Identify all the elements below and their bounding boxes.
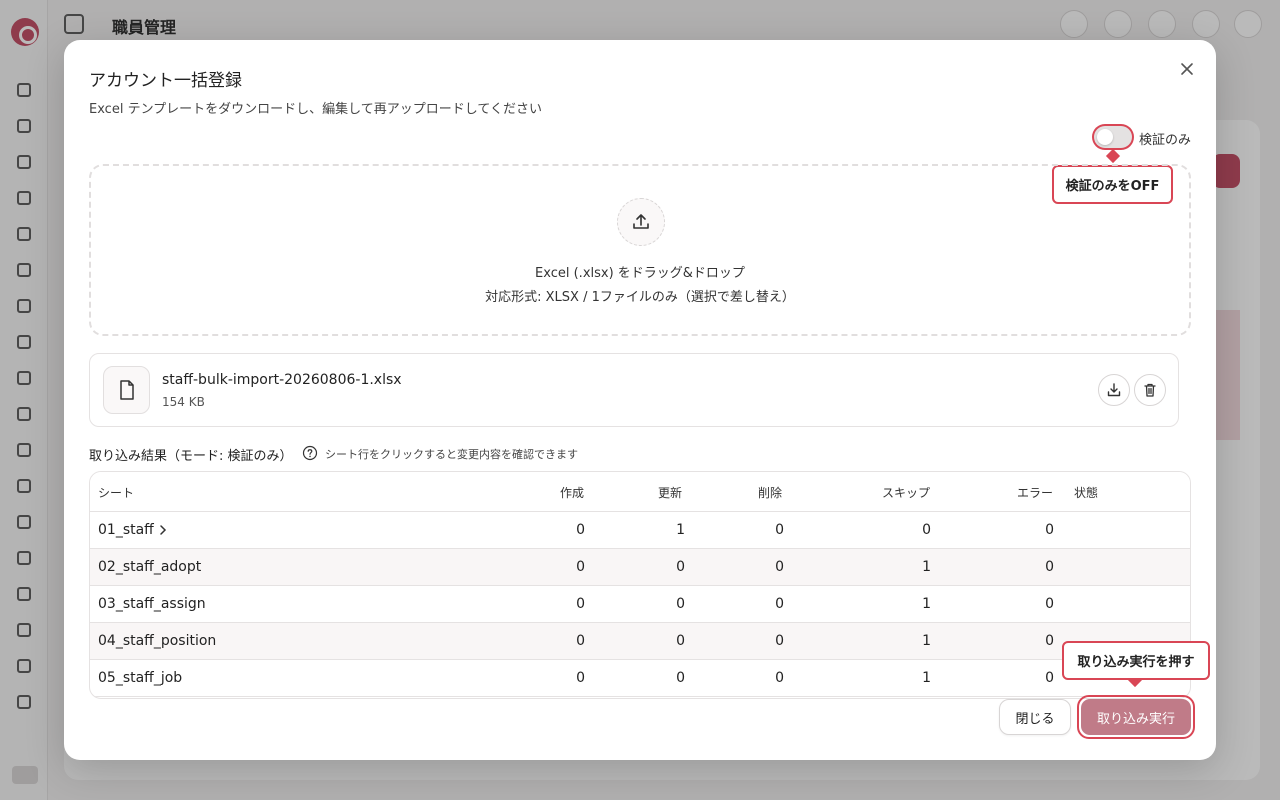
dropzone-instruction: Excel (.xlsx) をドラッグ&ドロップ — [535, 266, 745, 281]
table-row[interactable]: 05_staff_job 0 0 0 1 0 — [90, 660, 1190, 697]
cell-sheet: 01_staff — [98, 522, 154, 538]
table-row[interactable]: 03_staff_assign 0 0 0 1 0 — [90, 586, 1190, 623]
validate-only-label: 検証のみ — [1139, 133, 1192, 148]
cell-sheet: 02_staff_adopt — [98, 559, 202, 575]
results-hint: シート行をクリックすると変更内容を確認できます — [325, 448, 578, 461]
column-header-skipped: スキップ — [882, 486, 931, 500]
results-table: シート 作成 更新 削除 スキップ エラー 状態 01_staff 0 1 0 … — [89, 471, 1191, 699]
cell-errors: 0 — [1045, 670, 1054, 686]
download-icon[interactable] — [1098, 374, 1130, 406]
file-dropzone[interactable]: Excel (.xlsx) をドラッグ&ドロップ 対応形式: XLSX / 1フ… — [89, 164, 1191, 336]
column-header-updated: 更新 — [658, 486, 683, 500]
file-size: 154 KB — [162, 395, 205, 409]
results-title: 取り込み結果（モード: 検証のみ） — [89, 449, 293, 464]
cell-skipped: 0 — [922, 522, 931, 538]
column-header-status: 状態 — [1074, 486, 1099, 500]
cell-deleted: 0 — [775, 596, 784, 612]
chevron-right-icon — [160, 525, 167, 535]
close-button[interactable]: 閉じる — [999, 699, 1071, 735]
cell-sheet: 04_staff_position — [98, 633, 217, 649]
cell-updated: 0 — [676, 559, 685, 575]
cell-skipped: 1 — [922, 596, 931, 612]
cell-sheet: 03_staff_assign — [98, 596, 206, 612]
column-header-created: 作成 — [560, 486, 585, 500]
trash-icon[interactable] — [1134, 374, 1166, 406]
close-icon[interactable] — [1176, 58, 1198, 80]
cell-updated: 1 — [676, 522, 685, 538]
cell-errors: 0 — [1045, 522, 1054, 538]
cell-errors: 0 — [1045, 596, 1054, 612]
table-row[interactable]: 01_staff 0 1 0 0 0 — [90, 512, 1190, 549]
help-circle-icon — [302, 445, 318, 461]
cell-deleted: 0 — [775, 633, 784, 649]
cell-deleted: 0 — [775, 522, 784, 538]
cell-created: 0 — [576, 559, 585, 575]
toggle-knob — [1097, 129, 1113, 145]
dialog-title: アカウント一括登録 — [89, 71, 242, 91]
upload-icon — [617, 198, 665, 246]
cell-created: 0 — [576, 596, 585, 612]
table-header: シート 作成 更新 削除 スキップ エラー 状態 — [90, 472, 1190, 512]
column-header-deleted: 削除 — [758, 486, 783, 500]
run-import-button[interactable]: 取り込み実行 — [1081, 699, 1191, 735]
cell-created: 0 — [576, 633, 585, 649]
cell-updated: 0 — [676, 670, 685, 686]
cell-updated: 0 — [676, 596, 685, 612]
cell-skipped: 1 — [922, 633, 931, 649]
callout-run: 取り込み実行を押す — [1062, 641, 1210, 680]
cell-errors: 0 — [1045, 633, 1054, 649]
cell-skipped: 1 — [922, 670, 931, 686]
validate-only-toggle[interactable] — [1094, 126, 1132, 148]
cell-errors: 0 — [1045, 559, 1054, 575]
column-header-errors: エラー — [1017, 486, 1054, 500]
callout-arrow — [1105, 148, 1121, 164]
dropzone-format-note: 対応形式: XLSX / 1ファイルのみ（選択で差し替え） — [485, 290, 795, 305]
cell-created: 0 — [576, 670, 585, 686]
cell-skipped: 1 — [922, 559, 931, 575]
bulk-import-dialog: アカウント一括登録 Excel テンプレートをダウンロードし、編集して再アップロ… — [64, 40, 1216, 760]
table-row[interactable]: 02_staff_adopt 0 0 0 1 0 — [90, 549, 1190, 586]
column-header-sheet: シート — [98, 486, 135, 500]
dialog-description: Excel テンプレートをダウンロードし、編集して再アップロードしてください — [89, 102, 543, 117]
selected-file-card: staff-bulk-import-20260806-1.xlsx 154 KB — [89, 353, 1179, 427]
cell-deleted: 0 — [775, 559, 784, 575]
cell-deleted: 0 — [775, 670, 784, 686]
cell-created: 0 — [576, 522, 585, 538]
file-name: staff-bulk-import-20260806-1.xlsx — [162, 372, 402, 388]
file-icon — [103, 366, 150, 414]
cell-sheet: 05_staff_job — [98, 670, 183, 686]
table-row[interactable]: 04_staff_position 0 0 0 1 0 — [90, 623, 1190, 660]
cell-updated: 0 — [676, 633, 685, 649]
